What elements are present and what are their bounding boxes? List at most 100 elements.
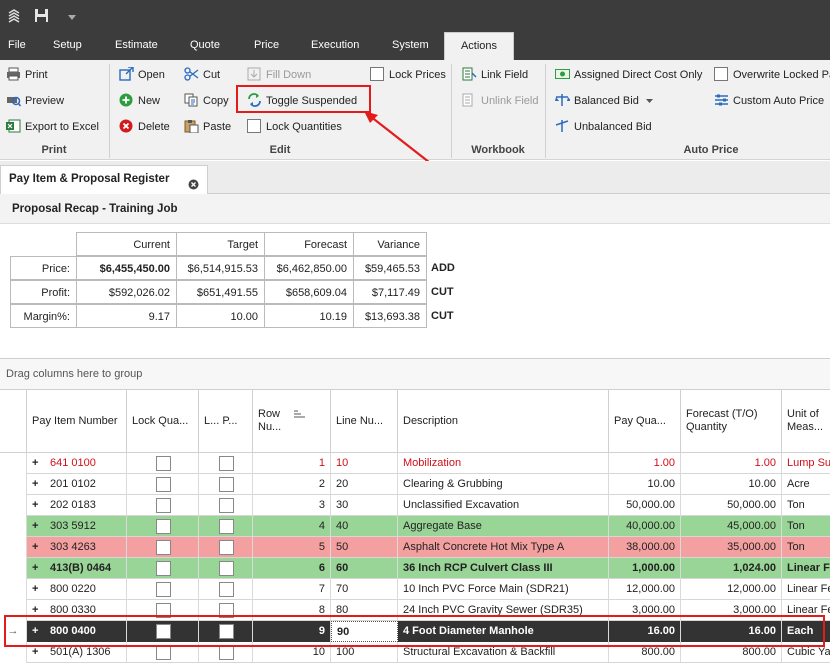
row-checkbox[interactable] xyxy=(156,519,171,534)
column-header-row-number[interactable]: Row Nu... xyxy=(253,389,331,453)
cut-button[interactable]: Cut xyxy=(184,65,220,85)
line-number-cell[interactable]: 20 xyxy=(331,474,398,495)
pay-item-cell[interactable]: +201 0102 xyxy=(27,474,127,495)
row-checkbox[interactable] xyxy=(219,582,234,597)
expand-row-icon[interactable]: + xyxy=(32,537,50,557)
link-field-button[interactable]: Link Field xyxy=(462,65,528,85)
expand-row-icon[interactable]: + xyxy=(32,495,50,515)
expand-row-icon[interactable]: + xyxy=(32,558,50,578)
menu-tab-actions[interactable]: Actions xyxy=(444,32,514,60)
row-indicator[interactable] xyxy=(0,474,27,495)
row-indicator[interactable] xyxy=(0,516,27,537)
row-number-cell[interactable]: 3 xyxy=(253,495,331,516)
quick-access-dropdown-icon[interactable] xyxy=(68,12,76,24)
column-header-lock-quantity[interactable]: Lock Qua... xyxy=(127,389,199,453)
print-button[interactable]: Print xyxy=(6,65,48,85)
paste-button[interactable]: Paste xyxy=(184,117,231,137)
description-cell[interactable]: 10 Inch PVC Force Main (SDR21) xyxy=(398,579,609,600)
pay-quantity-cell[interactable]: 12,000.00 xyxy=(609,579,681,600)
description-cell[interactable]: Clearing & Grubbing xyxy=(398,474,609,495)
menu-tab-system[interactable]: System xyxy=(392,32,429,60)
column-header-pay-item-number[interactable]: Pay Item Number xyxy=(27,389,127,453)
table-row[interactable]: +202 0183 3 30 Unclassified Excavation 50,00… xyxy=(0,495,830,516)
pay-item-cell[interactable]: +303 5912 xyxy=(27,516,127,537)
row-indicator[interactable] xyxy=(0,495,27,516)
table-row[interactable]: +201 0102 2 20 Clearing & Grubbing 10.00 10.0… xyxy=(0,474,830,495)
overwrite-locked-checkbox[interactable]: Overwrite Locked Pa xyxy=(714,65,830,85)
unit-cell[interactable]: Ton xyxy=(782,495,830,516)
export-to-excel-button[interactable]: Export to Excel xyxy=(6,117,99,137)
unit-cell[interactable]: Acre xyxy=(782,474,830,495)
description-cell[interactable]: Asphalt Concrete Hot Mix Type A xyxy=(398,537,609,558)
row-number-cell[interactable]: 4 xyxy=(253,516,331,537)
expand-row-icon[interactable]: + xyxy=(32,474,50,494)
row-indicator[interactable] xyxy=(0,558,27,579)
row-number-cell[interactable]: 6 xyxy=(253,558,331,579)
row-checkbox[interactable] xyxy=(219,456,234,471)
unit-cell[interactable]: Linear Fe xyxy=(782,579,830,600)
row-checkbox[interactable] xyxy=(219,540,234,555)
row-checkbox[interactable] xyxy=(219,645,234,660)
description-cell[interactable]: 36 Inch RCP Culvert Class III xyxy=(398,558,609,579)
unit-cell[interactable]: Ton xyxy=(782,516,830,537)
row-checkbox[interactable] xyxy=(156,645,171,660)
forecast-quantity-cell[interactable]: 1.00 xyxy=(681,453,782,474)
row-number-cell[interactable]: 1 xyxy=(253,453,331,474)
lock-prices-checkbox[interactable]: Lock Prices xyxy=(370,65,446,85)
description-cell[interactable]: Mobilization xyxy=(398,453,609,474)
lock-quantities-checkbox[interactable]: Lock Quantities xyxy=(247,117,342,137)
open-button[interactable]: Open xyxy=(119,65,165,85)
menu-tab-quote[interactable]: Quote xyxy=(190,32,220,60)
unit-cell[interactable]: Lump Sum xyxy=(782,453,830,474)
row-indicator[interactable] xyxy=(0,453,27,474)
table-row[interactable]: +413(B) 0464 6 60 36 Inch RCP Culvert Class… xyxy=(0,558,830,579)
pay-quantity-cell[interactable]: 1.00 xyxy=(609,453,681,474)
pay-item-cell[interactable]: +800 0220 xyxy=(27,579,127,600)
pay-quantity-cell[interactable]: 1,000.00 xyxy=(609,558,681,579)
menu-tab-execution[interactable]: Execution xyxy=(311,32,359,60)
row-checkbox[interactable] xyxy=(219,561,234,576)
save-icon[interactable] xyxy=(34,8,49,23)
unbalanced-bid-button[interactable]: Unbalanced Bid xyxy=(555,117,652,137)
close-tab-icon[interactable] xyxy=(188,174,199,190)
pay-item-cell[interactable]: +202 0183 xyxy=(27,495,127,516)
line-number-cell[interactable]: 50 xyxy=(331,537,398,558)
balanced-bid-dropdown[interactable]: Balanced Bid xyxy=(555,91,653,111)
row-indicator[interactable] xyxy=(0,579,27,600)
unlink-field-button[interactable]: Unlink Field xyxy=(462,91,538,111)
menu-tab-price[interactable]: Price xyxy=(254,32,279,60)
column-header-forecast-quantity[interactable]: Forecast (T/O) Quantity xyxy=(681,389,782,453)
line-number-cell[interactable]: 10 xyxy=(331,453,398,474)
table-row[interactable]: +303 4263 5 50 Asphalt Concrete Hot Mix Typ… xyxy=(0,537,830,558)
description-cell[interactable]: Unclassified Excavation xyxy=(398,495,609,516)
preview-button[interactable]: Preview xyxy=(6,91,64,111)
table-row[interactable]: +303 5912 4 40 Aggregate Base 40,000.00 45,00… xyxy=(0,516,830,537)
unit-cell[interactable]: Linear Fe xyxy=(782,558,830,579)
row-checkbox[interactable] xyxy=(156,456,171,471)
row-checkbox[interactable] xyxy=(219,498,234,513)
row-checkbox[interactable] xyxy=(156,561,171,576)
forecast-quantity-cell[interactable]: 35,000.00 xyxy=(681,537,782,558)
column-header-lock-price[interactable]: L... P... xyxy=(199,389,253,453)
row-checkbox[interactable] xyxy=(156,582,171,597)
line-number-cell[interactable]: 40 xyxy=(331,516,398,537)
pay-quantity-cell[interactable]: 38,000.00 xyxy=(609,537,681,558)
row-indicator[interactable] xyxy=(0,537,27,558)
row-checkbox[interactable] xyxy=(156,477,171,492)
table-row[interactable]: +641 0100110Mobilization1.001.00Lump Sum xyxy=(0,453,830,474)
menu-tab-setup[interactable]: Setup xyxy=(53,32,82,60)
line-number-cell[interactable]: 60 xyxy=(331,558,398,579)
pay-item-cell[interactable]: +641 0100 xyxy=(27,453,127,474)
column-header-description[interactable]: Description xyxy=(398,389,609,453)
forecast-quantity-cell[interactable]: 45,000.00 xyxy=(681,516,782,537)
row-checkbox[interactable] xyxy=(219,519,234,534)
column-header-unit-of-measure[interactable]: Unit of Meas... xyxy=(782,389,830,453)
row-number-cell[interactable]: 7 xyxy=(253,579,331,600)
expand-row-icon[interactable]: + xyxy=(32,453,50,473)
delete-button[interactable]: Delete xyxy=(119,117,170,137)
expand-row-icon[interactable]: + xyxy=(32,516,50,536)
row-checkbox[interactable] xyxy=(219,477,234,492)
pay-quantity-cell[interactable]: 40,000.00 xyxy=(609,516,681,537)
copy-button[interactable]: Copy xyxy=(184,91,229,111)
group-by-area[interactable]: Drag columns here to group xyxy=(0,359,830,389)
